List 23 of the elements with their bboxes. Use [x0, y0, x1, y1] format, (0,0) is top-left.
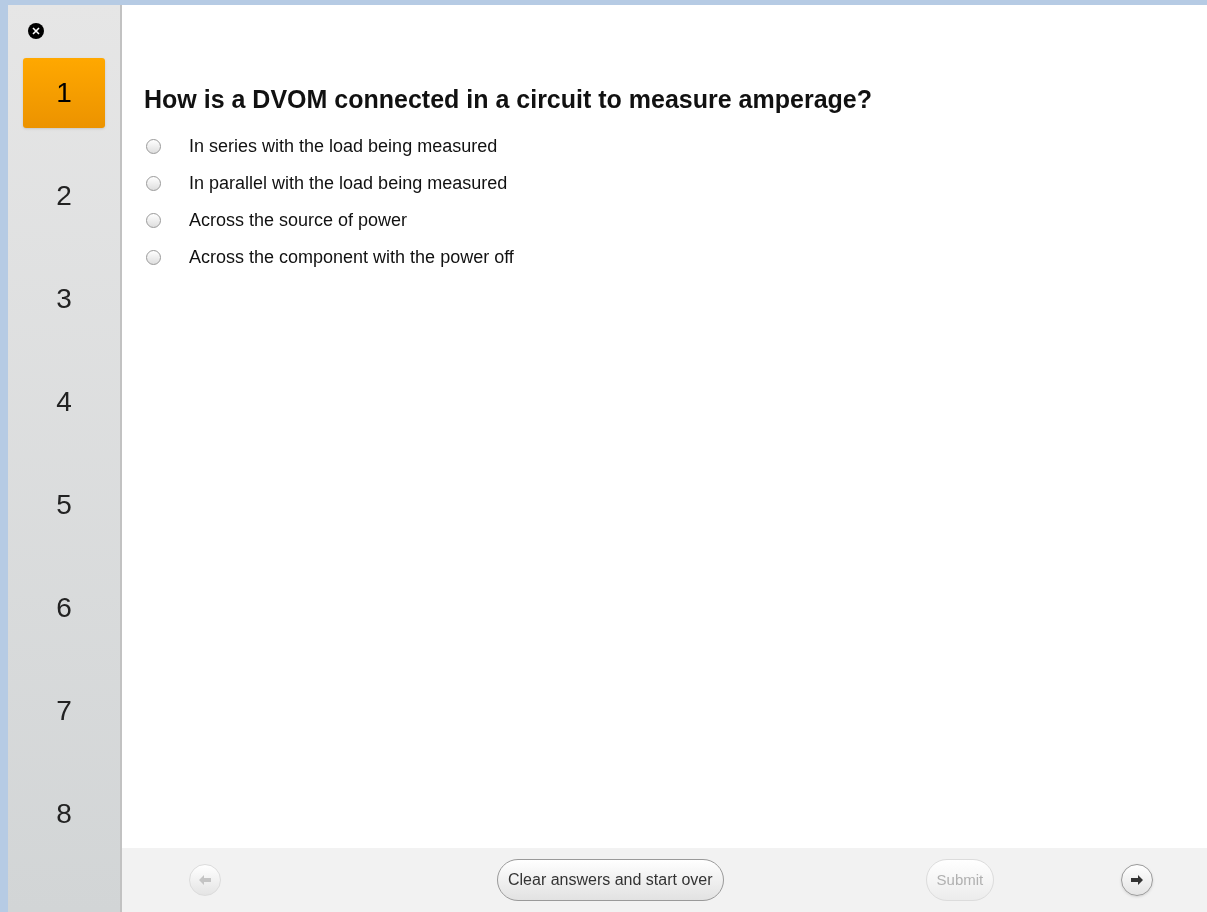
next-button[interactable] [1121, 864, 1153, 896]
question-number-tab[interactable]: 7 [23, 676, 105, 746]
close-icon [32, 27, 40, 35]
answer-option[interactable]: Across the source of power [189, 206, 408, 234]
question-text: How is a DVOM connected in a circuit to measure amperage? [144, 84, 873, 115]
clear-answers-button[interactable]: Clear answers and start over [497, 859, 724, 901]
question-number-tab[interactable]: 6 [23, 573, 105, 643]
radio-button[interactable] [146, 212, 161, 228]
question-number-tab[interactable]: 3 [23, 264, 105, 334]
radio-button[interactable] [146, 175, 161, 191]
answer-option[interactable]: Across the component with the power off [189, 243, 514, 271]
question-number-tab[interactable]: 8 [23, 779, 105, 849]
left-arrow-icon [199, 875, 211, 885]
answer-option[interactable]: In parallel with the load being measured [189, 169, 508, 197]
answer-option[interactable]: In series with the load being measured [189, 132, 498, 160]
right-arrow-icon [1131, 875, 1143, 885]
radio-button[interactable] [146, 138, 161, 154]
question-number-tab[interactable]: 2 [23, 161, 105, 231]
close-button[interactable] [28, 23, 44, 39]
question-number-tab[interactable]: 4 [23, 367, 105, 437]
question-number-tab[interactable]: 5 [23, 470, 105, 540]
question-number-tab[interactable]: 1 [23, 58, 105, 128]
radio-button[interactable] [146, 249, 161, 265]
